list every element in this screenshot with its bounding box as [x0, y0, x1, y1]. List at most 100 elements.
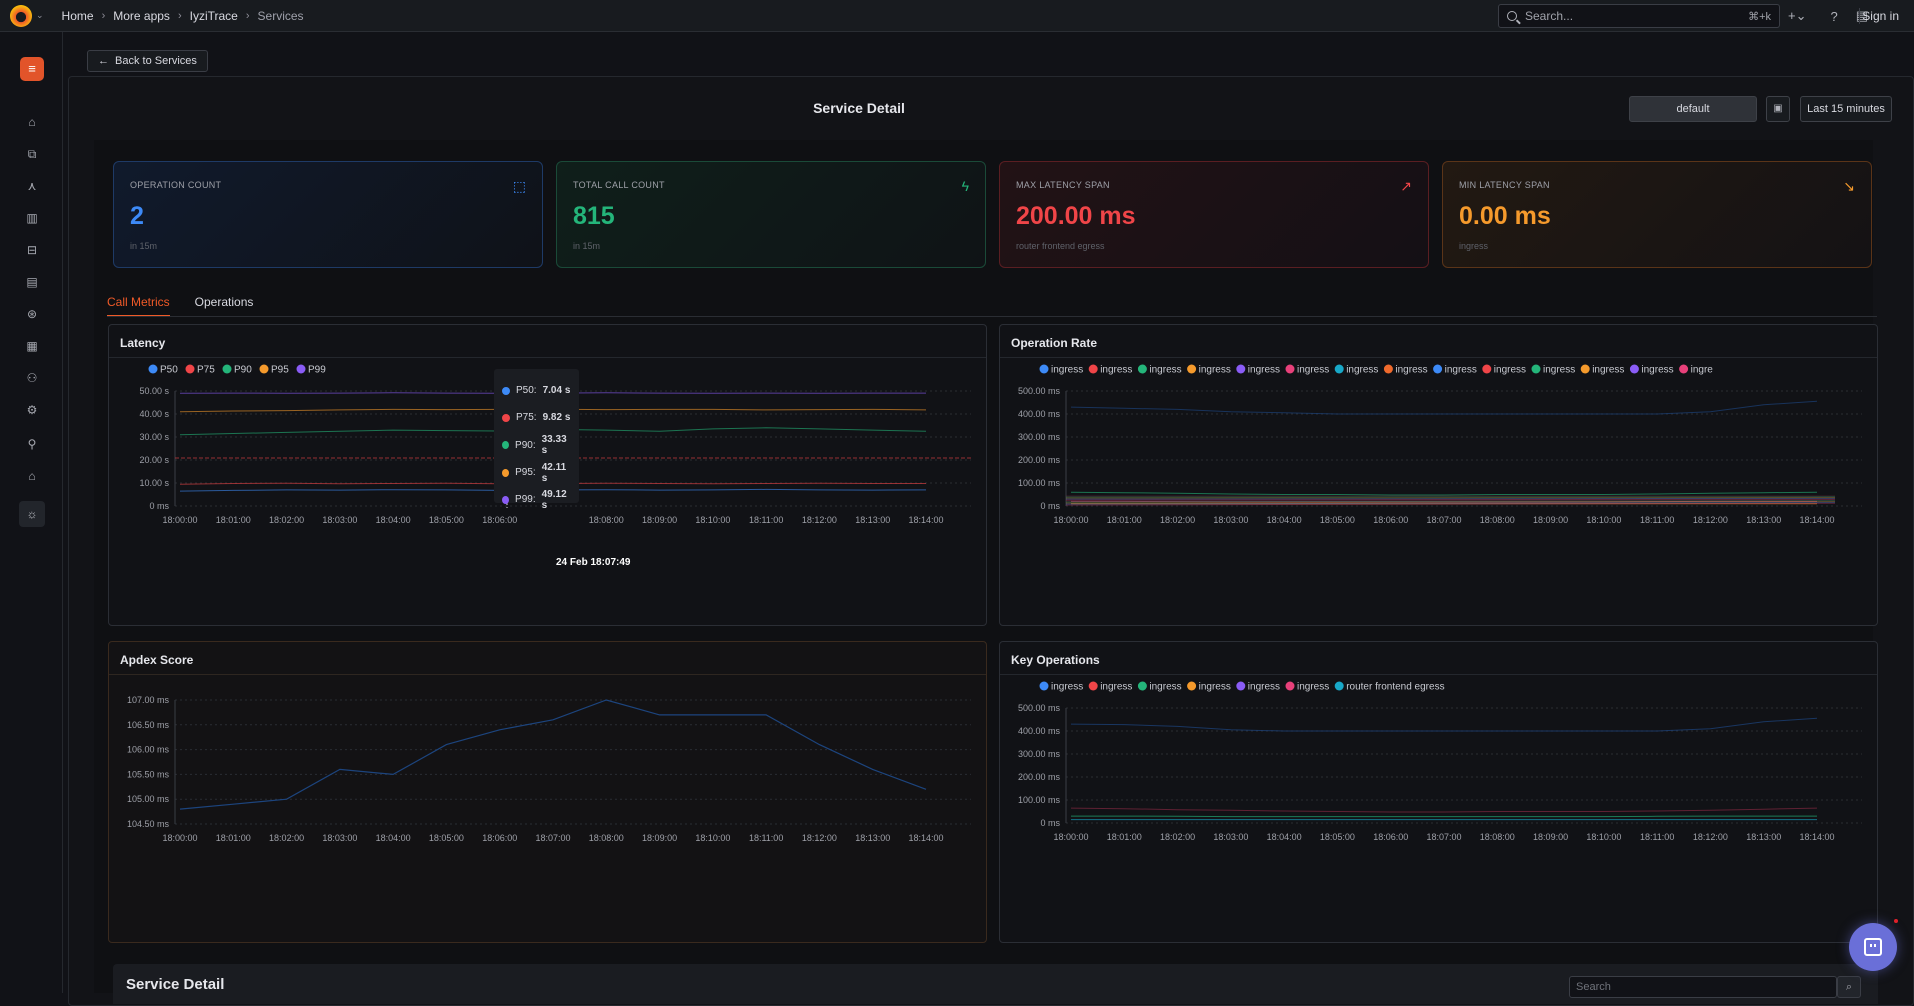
back-to-services-button[interactable]: ← Back to Services	[87, 50, 208, 72]
explore-icon[interactable]: ⋏	[24, 178, 40, 194]
legend-dot-icon	[260, 365, 269, 374]
x-tick-label: 18:14:00	[908, 515, 943, 525]
legend-dot-icon	[1482, 365, 1491, 374]
x-tick-label: 18:01:00	[216, 515, 251, 525]
calendar-icon[interactable]: ▣	[1766, 96, 1790, 122]
reports-icon[interactable]: ▤	[24, 274, 40, 290]
table-search-input[interactable]: Search	[1569, 976, 1837, 998]
x-tick-label: 18:10:00	[695, 833, 730, 843]
sign-in-link[interactable]: Sign in	[1862, 9, 1899, 23]
tab-call-metrics[interactable]: Call Metrics	[107, 295, 170, 316]
latency-tooltip: P50:7.04 s P75:9.82 s P90:33.33 s P95:42…	[494, 369, 579, 503]
series-line	[180, 700, 926, 809]
theme-icon[interactable]: ☼	[19, 501, 45, 527]
y-tick-label: 50.00 s	[139, 386, 169, 396]
time-range-picker[interactable]: Last 15 minutes	[1800, 96, 1892, 122]
x-tick-label: 18:02:00	[1160, 515, 1195, 525]
breadcrumb-separator-icon: ›	[102, 10, 106, 22]
menu-icon[interactable]: ≡	[20, 57, 44, 81]
x-tick-label: 18:12:00	[802, 515, 837, 525]
stat-label: MAX LATENCY SPAN	[1016, 180, 1412, 190]
sidebar: ≡ ⌂ ⧉ ⋏ ▥ ⊟ ▤ ⊛ ▦ ⚇ ⚙ ⚲ ⌂ ☼	[0, 32, 63, 993]
search-icon[interactable]: ⌕	[1837, 976, 1861, 998]
table-title: Service Detail	[126, 976, 224, 993]
legend-dot-icon	[149, 365, 158, 374]
legend-dot-icon	[1236, 365, 1245, 374]
x-tick-label: 18:13:00	[855, 515, 890, 525]
alerts-icon[interactable]: ⊟	[24, 242, 40, 258]
environment-select[interactable]: default	[1629, 96, 1757, 122]
y-tick-label: 200.00 ms	[1018, 455, 1061, 465]
x-tick-label: 18:05:00	[429, 515, 464, 525]
x-tick-label: 18:11:00	[1640, 515, 1674, 525]
breadcrumb-services: Services	[258, 9, 304, 23]
apps-icon[interactable]: ⧉	[24, 146, 40, 162]
stat-card-min-latency: MIN LATENCY SPAN 0.00 ms ingress ↘	[1442, 161, 1872, 268]
stat-sub: in 15m	[130, 241, 526, 251]
apdex-chart[interactable]: 104.50 ms105.00 ms105.50 ms106.00 ms106.…	[109, 642, 988, 944]
trend-up-icon: ↗	[1400, 178, 1412, 195]
legend-label: ingress	[1248, 682, 1280, 693]
y-tick-label: 106.00 ms	[127, 745, 170, 755]
y-tick-label: 107.00 ms	[127, 695, 170, 705]
x-tick-label: 18:08:00	[589, 833, 624, 843]
users-icon[interactable]: ⚇	[24, 370, 40, 386]
top-actions: +⌄ ? ▤	[1788, 0, 1868, 32]
legend-label: router frontend egress	[1346, 682, 1444, 693]
help-icon[interactable]: ?	[1830, 9, 1837, 24]
x-tick-label: 18:01:00	[216, 833, 251, 843]
x-tick-label: 18:02:00	[269, 515, 304, 525]
legend-label: ingress	[1199, 682, 1231, 693]
admin-icon[interactable]: ⊛	[24, 306, 40, 322]
stat-value: 815	[573, 202, 969, 231]
y-tick-label: 30.00 s	[139, 432, 169, 442]
x-tick-label: 18:13:00	[855, 833, 890, 843]
home-icon[interactable]: ⌂	[24, 114, 40, 130]
tab-operations[interactable]: Operations	[195, 295, 254, 316]
library-icon[interactable]: ▦	[24, 338, 40, 354]
lightning-icon: ϟ	[962, 178, 969, 194]
key-operations-chart[interactable]: 0 ms100.00 ms200.00 ms300.00 ms400.00 ms…	[1000, 642, 1879, 944]
tooltip-row: P75:9.82 s	[502, 404, 571, 431]
legend-label: ingress	[1346, 365, 1378, 376]
x-tick-label: 18:08:00	[1480, 832, 1515, 842]
x-tick-label: 18:14:00	[1799, 515, 1834, 525]
legend-label: ingre	[1691, 365, 1714, 376]
stat-sub: in 15m	[573, 241, 969, 251]
operation-rate-chart[interactable]: 0 ms100.00 ms200.00 ms300.00 ms400.00 ms…	[1000, 325, 1879, 627]
page-title: Service Detail	[64, 100, 1654, 116]
x-tick-label: 18:12:00	[802, 833, 837, 843]
settings-icon[interactable]: ⚙	[24, 402, 40, 418]
x-tick-label: 18:04:00	[376, 833, 411, 843]
x-tick-label: 18:07:00	[1426, 515, 1461, 525]
legend-label: ingress	[1100, 365, 1132, 376]
stat-value: 200.00 ms	[1016, 202, 1412, 231]
legend-dot-icon	[1532, 365, 1541, 374]
x-tick-label: 18:03:00	[322, 833, 357, 843]
operation-rate-panel: Operation Rate 0 ms100.00 ms200.00 ms300…	[999, 324, 1878, 626]
breadcrumb-home[interactable]: Home	[62, 9, 94, 23]
search-placeholder: Search...	[1525, 9, 1748, 23]
x-tick-label: 18:05:00	[429, 833, 464, 843]
apdex-panel: Apdex Score 104.50 ms105.00 ms105.50 ms1…	[108, 641, 987, 943]
breadcrumb-more-apps[interactable]: More apps	[113, 9, 170, 23]
breadcrumb: Home › More apps › IyziTrace › Services	[62, 9, 304, 23]
legend-dot-icon	[1187, 365, 1196, 374]
chevron-down-icon[interactable]: ⌄	[36, 10, 44, 21]
y-tick-label: 400.00 ms	[1018, 726, 1061, 736]
connections-icon[interactable]: ⌂	[24, 468, 40, 484]
x-tick-label: 18:07:00	[535, 833, 570, 843]
grafana-logo-icon[interactable]	[10, 5, 32, 27]
series-dot-icon	[502, 414, 510, 422]
dashboards-icon[interactable]: ▥	[24, 210, 40, 226]
breadcrumb-iyzitrace[interactable]: IyziTrace	[190, 9, 238, 23]
chat-assistant-button[interactable]	[1849, 923, 1897, 971]
add-icon[interactable]: +⌄	[1788, 8, 1806, 24]
plugins-icon[interactable]: ⚲	[24, 436, 40, 452]
x-tick-label: 18:10:00	[695, 515, 730, 525]
legend-dot-icon	[1138, 682, 1147, 691]
stat-card-operation-count: OPERATION COUNT 2 in 15m ⬚	[113, 161, 543, 268]
tooltip-row: P99:49.12 s	[502, 486, 571, 513]
search-input[interactable]: Search... ⌘+k	[1498, 4, 1780, 28]
legend-dot-icon	[1335, 682, 1344, 691]
